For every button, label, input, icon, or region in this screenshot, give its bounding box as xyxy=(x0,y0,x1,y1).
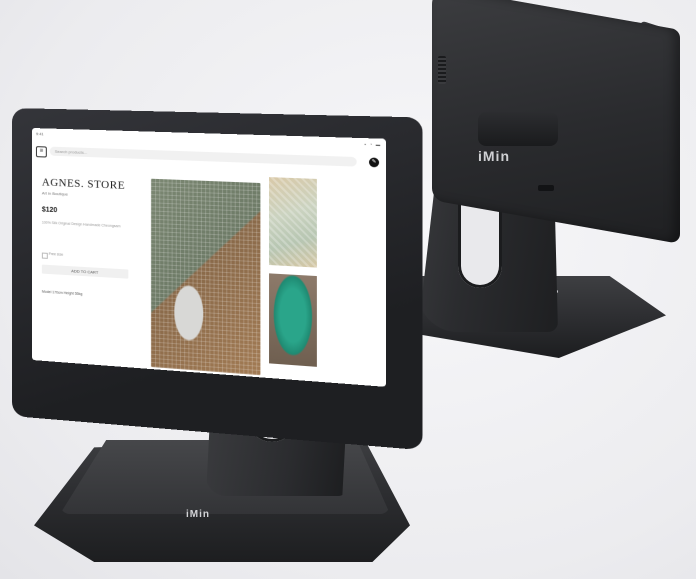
size-label: Free size xyxy=(48,251,64,257)
front-display: 9:41 ▪ ◔ ▬ ≡ Search products... ✎ AGNES.… xyxy=(32,128,386,387)
product-photo-main[interactable] xyxy=(150,178,261,376)
size-checkbox[interactable] xyxy=(41,252,48,259)
product-description: 100% Silk Original Design Handmade Cheon… xyxy=(41,220,121,229)
rear-vent xyxy=(438,56,446,84)
product-photo-thumb-2[interactable] xyxy=(269,273,317,367)
rear-hinge xyxy=(478,112,558,146)
front-base-logo: iMin xyxy=(186,509,210,520)
add-to-cart-button[interactable]: ADD TO CART xyxy=(41,264,129,279)
status-icons: ▪ ◔ ▬ xyxy=(364,141,382,148)
product-price: $120 xyxy=(41,206,58,215)
store-subtitle: Art in Boutique xyxy=(41,190,68,197)
model-info: Model 170cm Height 55kg xyxy=(41,289,83,297)
edit-icon[interactable]: ✎ xyxy=(368,157,380,168)
search-input[interactable]: Search products... xyxy=(49,146,357,167)
store-name: AGNES. STORE xyxy=(41,176,126,192)
product-photo-thumb-1[interactable] xyxy=(269,177,317,268)
status-time: 9:41 xyxy=(35,131,44,137)
store-logo-icon[interactable]: ≡ xyxy=(35,146,47,158)
rear-port xyxy=(538,185,554,191)
rear-brand-logo: iMin xyxy=(478,148,510,164)
